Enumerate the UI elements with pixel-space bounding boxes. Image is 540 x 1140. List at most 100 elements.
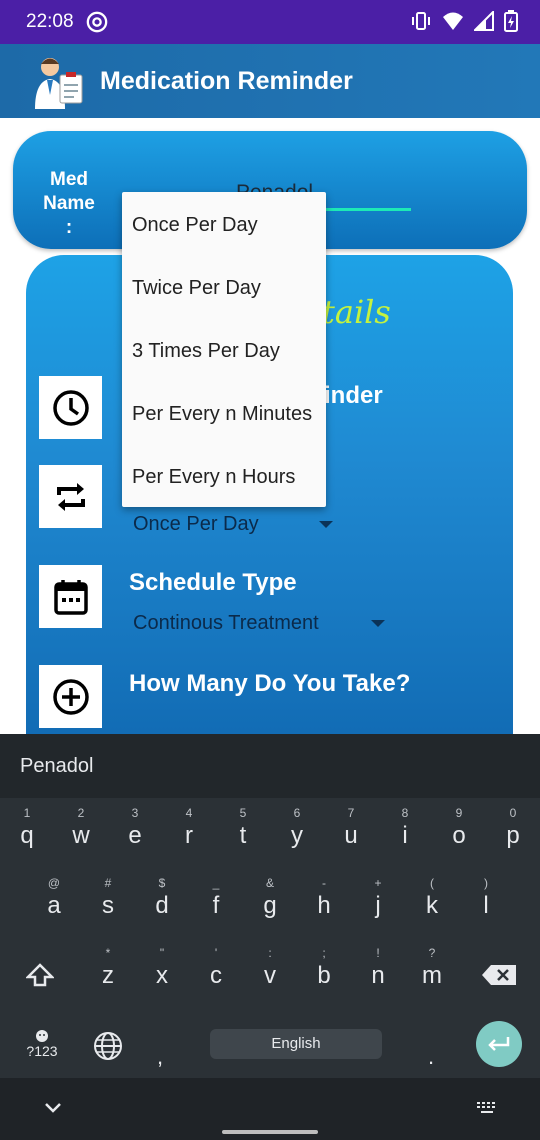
frequency-repeat-button[interactable] [39,465,102,528]
key-label: h [317,892,331,919]
quantity-add-button[interactable] [39,665,102,728]
key-hint: 7 [347,806,355,820]
key-hint: 4 [185,806,193,820]
chevron-down-icon [319,521,333,528]
enter-button[interactable] [476,1021,522,1067]
emoji-icon [36,1030,48,1042]
calendar-icon [53,579,88,615]
key-x[interactable]: " x [137,944,187,990]
chevron-down-icon [371,620,385,627]
shift-icon[interactable] [26,963,54,987]
med-name-label: Med Name : [43,169,95,238]
key-k[interactable]: (k [407,874,457,920]
schedule-selected-value: Continous Treatment [133,612,319,634]
dropdown-option[interactable]: Per Every n Hours [132,466,295,489]
key-hint: 8 [401,806,409,820]
key-j[interactable]: + j [353,874,403,920]
symbols-key[interactable]: ?123 [22,1029,62,1061]
dropdown-option[interactable]: 3 Times Per Day [132,340,280,363]
key-e[interactable]: 3e [110,804,160,850]
key-n[interactable]: ! n [353,944,403,990]
key-w[interactable]: 2w [56,804,106,850]
key-label: r [185,822,193,849]
comma-key[interactable]: , [157,1044,163,1070]
dropdown-option[interactable]: Once Per Day [132,214,258,237]
key-b[interactable]: ; b [299,944,349,990]
details-heading: tails [322,293,391,331]
clock-icon [52,389,89,426]
key-hint: 3 [131,806,139,820]
status-time: 22:08 [26,11,74,32]
key-l[interactable]: ) l [461,874,511,920]
key-p[interactable]: 0p [488,804,538,850]
key-hint: _ [212,876,220,890]
key-g[interactable]: & g [245,874,295,920]
key-s[interactable]: # s [83,874,133,920]
reminder-clock-button[interactable] [39,376,102,439]
keyboard-switch-icon[interactable] [476,1100,498,1116]
enter-icon [488,1037,510,1051]
space-bar[interactable]: English [210,1029,382,1059]
quantity-title: How Many Do You Take? [129,670,411,697]
gesture-handle[interactable] [222,1130,318,1134]
key-u[interactable]: 7u [326,804,376,850]
key-label: k [426,892,438,919]
key-label: x [156,962,168,989]
key-h[interactable]: -h [299,874,349,920]
key-label: z [102,962,114,989]
page-title: Medication Reminder [100,67,353,95]
key-hint: 5 [239,806,247,820]
key-label: c [210,962,222,989]
frequency-selected-value: Once Per Day [133,513,259,535]
key-label: y [291,822,303,849]
schedule-calendar-button[interactable] [39,565,102,628]
globe-icon[interactable] [92,1030,124,1062]
key-q[interactable]: 1q [2,804,52,850]
key-i[interactable]: 8i [380,804,430,850]
signal-icon [474,11,494,31]
key-v[interactable]: :v [245,944,295,990]
add-circle-icon [52,678,89,715]
key-hint: ' [214,946,218,960]
key-label: b [317,962,331,989]
key-hint: 2 [77,806,85,820]
key-label: j [375,892,381,919]
frequency-dropdown[interactable]: Once Per Day [133,513,333,541]
key-a[interactable]: @ a [29,874,79,920]
doctor-logo-icon [35,58,83,109]
key-label: a [47,892,61,919]
key-hint: * [105,946,111,960]
key-z[interactable]: * z [83,944,133,990]
key-hint: " [159,946,165,960]
key-label: d [155,892,169,919]
key-label: e [128,822,142,849]
key-hint: 1 [23,806,31,820]
key-o[interactable]: 9o [434,804,484,850]
key-m[interactable]: ? m [407,944,457,990]
suggestion-strip: Penadol [0,734,540,798]
dropdown-option[interactable]: Twice Per Day [132,277,261,300]
frequency-options-popup: Once Per Day Twice Per Day 3 Times Per D… [122,192,326,507]
key-f[interactable]: _ f [191,874,241,920]
dropdown-option[interactable]: Per Every n Minutes [132,403,312,426]
backspace-icon[interactable] [482,965,516,985]
period-key[interactable]: . [428,1044,434,1070]
key-d[interactable]: $ d [137,874,187,920]
key-y[interactable]: 6y [272,804,322,850]
chevron-down-icon[interactable] [44,1102,62,1114]
schedule-type-title: Schedule Type [129,569,297,596]
repeat-icon [56,482,85,511]
key-label: m [422,962,442,989]
key-label: w [72,822,90,849]
key-hint: ( [430,876,434,890]
schedule-type-dropdown[interactable]: Continous Treatment [133,612,393,640]
key-t[interactable]: 5t [218,804,268,850]
key-label: t [239,822,247,849]
key-hint: $ [158,876,166,890]
key-hint: # [104,876,112,890]
key-hint: - [322,876,326,890]
suggestion-word[interactable]: Penadol [20,755,93,778]
key-r[interactable]: 4r [164,804,214,850]
key-c[interactable]: ' c [191,944,241,990]
soft-keyboard: Penadol 1q2w3e4r5t6y7u8i9o0p @ a # s $ d _ f & g -… [0,734,540,1078]
